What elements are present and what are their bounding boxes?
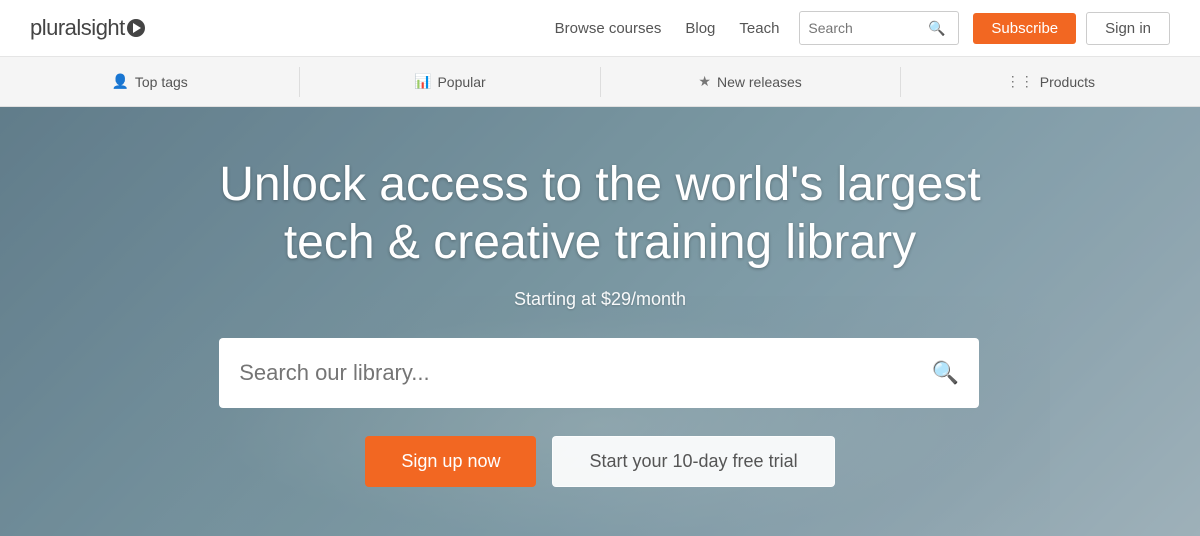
person-icon: 👤: [111, 73, 128, 90]
signup-button[interactable]: Sign up now: [365, 436, 536, 487]
hero-content: Unlock access to the world's largest tec…: [199, 156, 1000, 487]
chart-icon: 📊: [414, 73, 431, 90]
top-tags-label: Top tags: [135, 74, 188, 90]
header-search-input[interactable]: [808, 20, 928, 36]
main-nav: Browse courses Blog Teach: [555, 20, 780, 37]
hero-section: Unlock access to the world's largest tec…: [0, 107, 1200, 536]
nav-top-tags[interactable]: 👤 Top tags: [0, 57, 299, 106]
hero-subtitle: Starting at $29/month: [219, 289, 980, 310]
header-search[interactable]: 🔍: [799, 11, 959, 45]
grid-icon: ⋮⋮: [1006, 73, 1034, 90]
nav-popular[interactable]: 📊 Popular: [300, 57, 599, 106]
nav-products[interactable]: ⋮⋮ Products: [901, 57, 1200, 106]
header: pluralsight Browse courses Blog Teach 🔍 …: [0, 0, 1200, 57]
hero-search-input[interactable]: [239, 360, 932, 386]
hero-title-line1: Unlock access to the world's largest: [219, 158, 980, 211]
hero-search-icon[interactable]: 🔍: [932, 360, 959, 386]
hero-title-line2: tech & creative training library: [284, 216, 916, 269]
logo-text: pluralsight: [30, 15, 125, 41]
star-icon: ★: [698, 73, 711, 90]
nav-new-releases[interactable]: ★ New releases: [601, 57, 900, 106]
trial-button[interactable]: Start your 10-day free trial: [552, 436, 834, 487]
hero-search-box[interactable]: 🔍: [219, 338, 979, 408]
popular-label: Popular: [437, 74, 485, 90]
category-nav: 👤 Top tags 📊 Popular ★ New releases ⋮⋮ P…: [0, 57, 1200, 107]
nav-browse[interactable]: Browse courses: [555, 20, 662, 37]
search-icon: 🔍: [928, 20, 945, 37]
hero-buttons: Sign up now Start your 10-day free trial: [219, 436, 980, 487]
new-releases-label: New releases: [717, 74, 802, 90]
logo[interactable]: pluralsight: [30, 15, 145, 41]
products-label: Products: [1040, 74, 1095, 90]
signin-button[interactable]: Sign in: [1086, 12, 1170, 45]
hero-title: Unlock access to the world's largest tec…: [219, 156, 980, 271]
nav-teach[interactable]: Teach: [739, 20, 779, 37]
nav-blog[interactable]: Blog: [685, 20, 715, 37]
subscribe-button[interactable]: Subscribe: [973, 13, 1076, 44]
play-icon: [127, 19, 145, 37]
